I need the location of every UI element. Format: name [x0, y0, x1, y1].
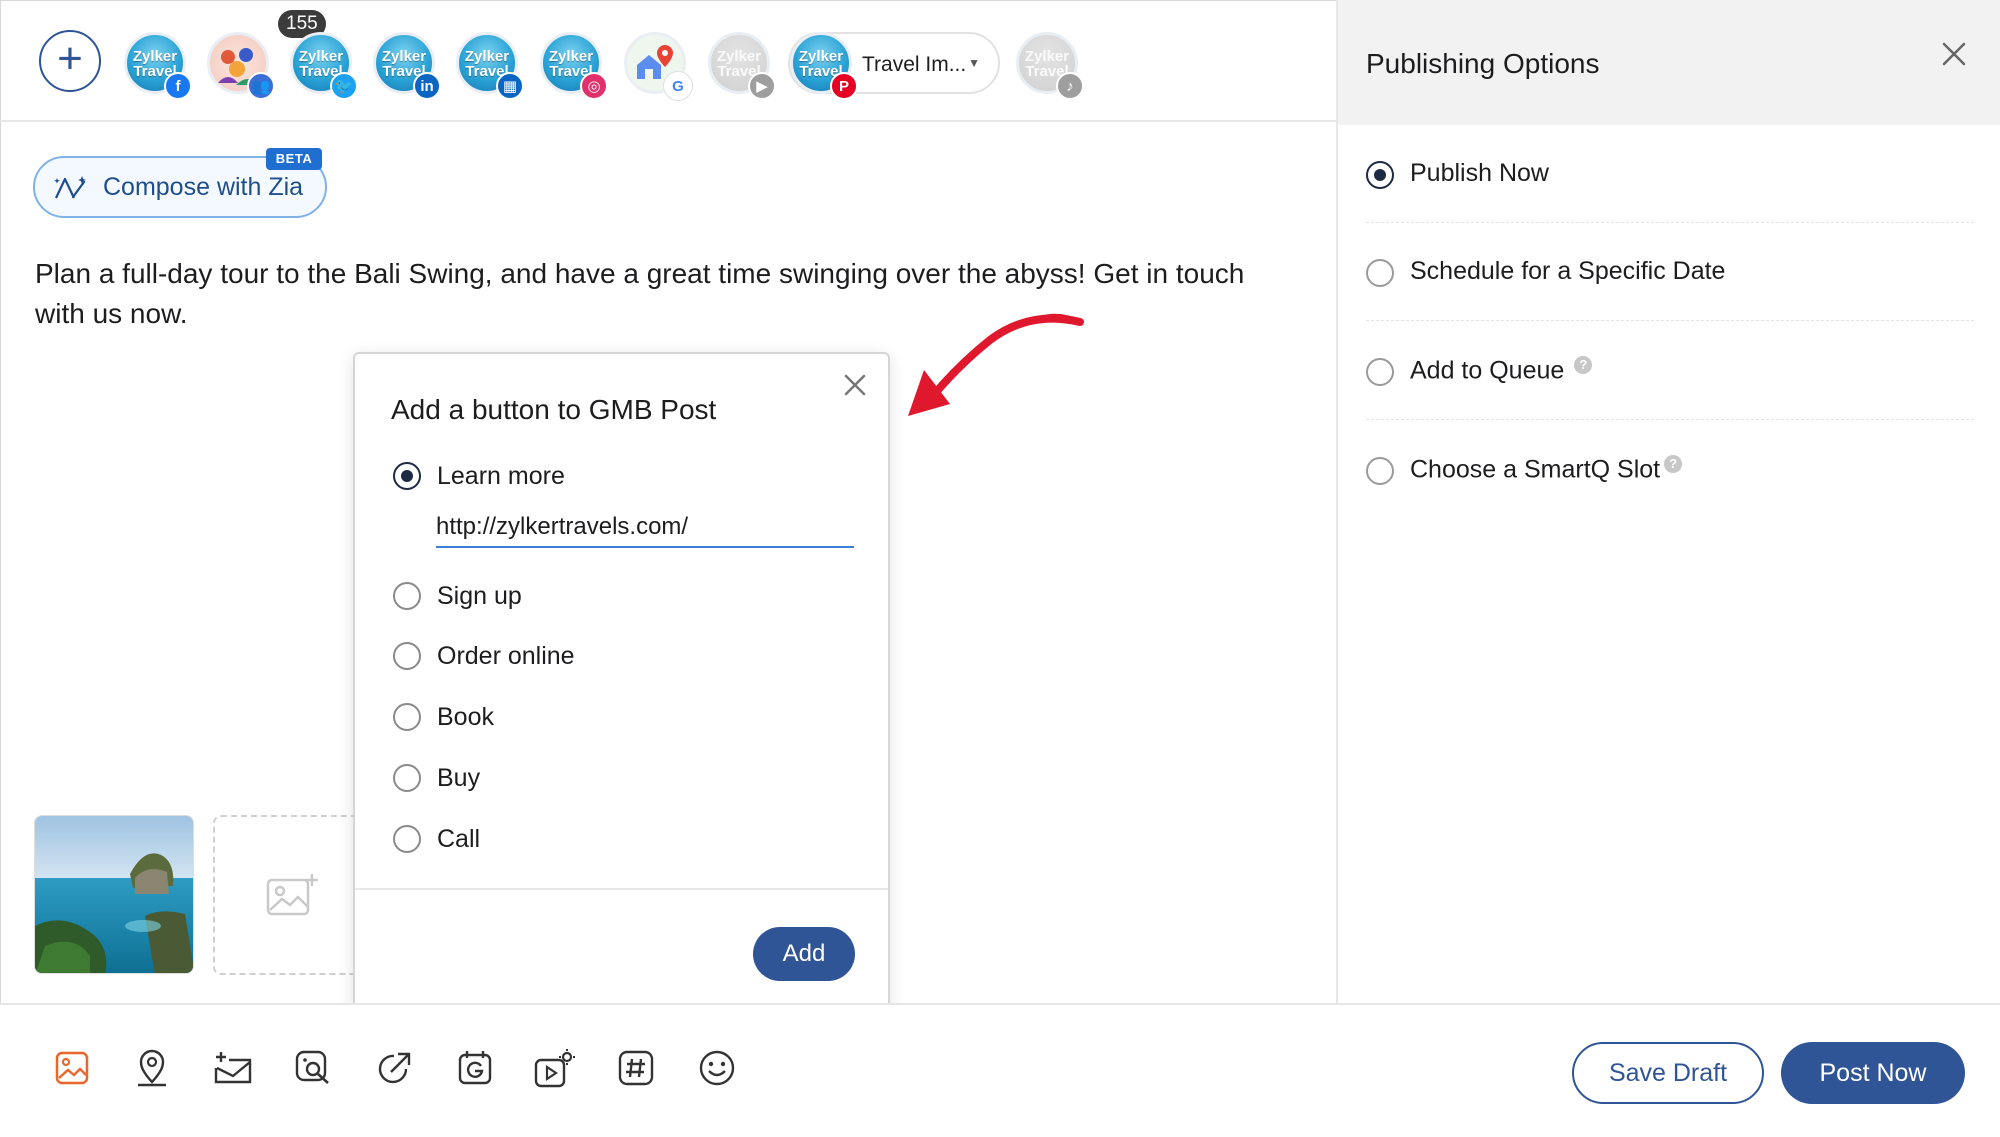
beta-badge: BETA [266, 148, 322, 170]
hashtag-icon[interactable] [615, 1047, 657, 1089]
add-image-icon [266, 874, 318, 916]
video-settings-icon[interactable] [534, 1047, 576, 1089]
panel-title: Publishing Options [1366, 48, 1600, 79]
option-label: Call [437, 825, 481, 853]
add-profile-button[interactable]: + [39, 30, 101, 92]
close-icon[interactable] [1938, 38, 1970, 70]
profile-avatar-linkedin[interactable]: Zylker Travel in [373, 32, 441, 100]
pinterest-icon: P [830, 72, 858, 100]
radio-selected[interactable] [1366, 161, 1394, 189]
option-label: Add to Queue [1410, 356, 1565, 385]
youtube-icon: ▶ [748, 72, 776, 100]
help-icon[interactable]: ? [1664, 455, 1683, 473]
pinterest-board-label: Travel Im... [862, 53, 967, 76]
publish-option-publish-now[interactable]: Publish Now [1366, 125, 1974, 223]
option-label: Learn more [437, 462, 565, 490]
close-icon[interactable] [840, 370, 870, 400]
radio[interactable] [393, 642, 421, 670]
linkedin-icon: in [413, 72, 441, 100]
url-input[interactable] [436, 508, 854, 548]
add-button[interactable]: Add [753, 927, 855, 981]
newsletter-icon[interactable] [212, 1047, 254, 1089]
share-link-icon[interactable] [374, 1047, 416, 1089]
profile-avatar-linkedin-page[interactable]: Zylker Travel ▦ [456, 32, 524, 100]
beach-photo-image [35, 816, 193, 973]
help-icon[interactable]: ? [1574, 356, 1593, 374]
divider [355, 888, 888, 890]
option-label: Order online [437, 642, 575, 670]
zia-wand-icon [54, 176, 86, 199]
profile-avatar-pinterest[interactable]: Zylker Travel P [790, 32, 858, 100]
radio-selected[interactable] [393, 462, 421, 490]
media-thumbnail[interactable] [34, 815, 194, 974]
profile-avatar-facebook[interactable]: Zylker Travel f [124, 32, 192, 100]
panel-header: Publishing Options [1338, 0, 2000, 125]
gmb-event-icon[interactable] [454, 1047, 496, 1089]
option-label: Sign up [437, 582, 522, 610]
radio[interactable] [1366, 457, 1394, 485]
instagram-icon: ◎ [580, 72, 608, 100]
profile-avatar-youtube[interactable]: Zylker Travel ▶ [708, 32, 776, 100]
facebook-icon: f [164, 72, 192, 100]
profile-avatar-facebook-group[interactable]: 👥 [207, 32, 275, 100]
profile-avatar-instagram[interactable]: Zylker Travel ◎ [540, 32, 608, 100]
chevron-down-icon: ▼ [968, 56, 980, 70]
publishing-options-panel: Publishing Options Publish Now Schedule … [1336, 0, 2000, 1003]
gmb-button-dialog: Add a button to GMB Post Learn more Sign… [353, 352, 890, 1016]
profile-avatar-twitter[interactable]: Zylker Travel 🐦 [290, 32, 358, 100]
location-icon[interactable] [131, 1047, 173, 1089]
option-label: Choose a SmartQ Slot [1410, 455, 1661, 484]
dialog-title: Add a button to GMB Post [391, 394, 717, 425]
save-draft-button[interactable]: Save Draft [1572, 1042, 1764, 1104]
zia-label: Compose with Zia [103, 172, 304, 201]
composer-toolbar: Save Draft Post Now [0, 1003, 2000, 1137]
option-label: Buy [437, 764, 481, 792]
facebook-group-icon: 👥 [247, 72, 275, 100]
google-icon: G [664, 72, 692, 100]
profile-avatar-tiktok[interactable]: Zylker Travel ♪ [1016, 32, 1084, 100]
tiktok-icon: ♪ [1056, 72, 1084, 100]
radio[interactable] [393, 764, 421, 792]
twitter-icon: 🐦 [330, 72, 358, 100]
profile-selector-bar: + 155 Travel Im... ▼ Zylker Travel f 👥 Zylke… [0, 0, 1336, 122]
annotation-arrow-icon [908, 313, 1084, 416]
radio[interactable] [393, 582, 421, 610]
option-label: Book [437, 703, 494, 731]
publish-option-smartq-slot[interactable]: Choose a SmartQ Slot? [1366, 421, 1974, 519]
emoji-icon[interactable] [696, 1047, 738, 1089]
add-media-button[interactable] [213, 815, 373, 975]
radio[interactable] [1366, 259, 1394, 287]
radio[interactable] [393, 703, 421, 731]
post-now-button[interactable]: Post Now [1781, 1042, 1965, 1104]
option-label: Schedule for a Specific Date [1410, 257, 1726, 285]
profile-avatar-google[interactable]: G [624, 32, 692, 100]
photo-search-icon[interactable] [292, 1047, 334, 1089]
image-icon[interactable] [51, 1047, 93, 1089]
option-label: Publish Now [1410, 159, 1549, 187]
publish-option-add-to-queue[interactable]: Add to Queue? [1366, 322, 1974, 420]
linkedin-page-icon: ▦ [496, 72, 524, 100]
radio[interactable] [393, 825, 421, 853]
publish-option-schedule[interactable]: Schedule for a Specific Date [1366, 223, 1974, 321]
radio[interactable] [1366, 358, 1394, 386]
post-text-editor[interactable]: Plan a full-day tour to the Bali Swing, … [35, 254, 1295, 334]
